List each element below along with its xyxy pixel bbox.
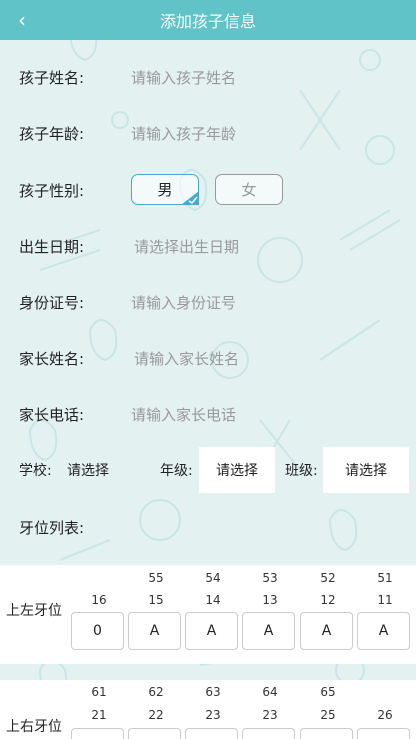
child-gender-row: 孩子性别: 男 女 [0, 170, 416, 210]
primary-tooth-number: 53 [262, 571, 278, 585]
tooth-value: A [378, 623, 389, 639]
parent-name-label: 家长姓名: [19, 349, 85, 368]
child-gender-label: 孩子性别: [19, 181, 85, 200]
tooth-value-field[interactable] [185, 728, 238, 739]
class-label: 班级: [285, 463, 318, 479]
tooth-value: A [263, 623, 274, 639]
birth-date-label: 出生日期: [19, 237, 85, 256]
upper-right-teeth-section: 上右牙位 61 62 63 64 65 21 22 23 23 25 26 [0, 680, 416, 739]
class-select[interactable]: 请选择 [323, 447, 409, 493]
primary-tooth-number: 61 [91, 685, 107, 699]
primary-tooth-number: 55 [148, 571, 164, 585]
page-title: 添加孩子信息 [159, 12, 256, 31]
permanent-tooth-number: 23 [262, 708, 278, 722]
tooth-value-field[interactable]: A [185, 612, 238, 650]
permanent-tooth-number: 16 [91, 593, 107, 607]
birth-date-picker[interactable]: 请选择出生日期 [134, 236, 239, 257]
tooth-value-field[interactable] [357, 728, 410, 739]
tooth-value-field[interactable]: A [242, 612, 295, 650]
grade-select[interactable]: 请选择 [199, 447, 275, 493]
back-button[interactable]: ‹ [12, 8, 32, 32]
permanent-tooth-number: 26 [377, 708, 393, 722]
checkmark-icon [181, 191, 199, 205]
primary-tooth-number: 62 [148, 685, 164, 699]
parent-phone-row: 家长电话: 请输入家长电话 [0, 394, 416, 434]
child-age-label: 孩子年龄: [19, 124, 85, 143]
grade-label: 年级: [160, 463, 193, 479]
birth-date-row: 出生日期: 请选择出生日期 [0, 226, 416, 266]
child-name-label: 孩子姓名: [19, 68, 85, 87]
grade-select-value: 请选择 [216, 463, 258, 479]
id-number-row: 身份证号: 请输入身份证号 [0, 282, 416, 322]
chevron-left-icon: ‹ [18, 8, 26, 32]
parent-phone-label: 家长电话: [19, 405, 85, 424]
permanent-tooth-number: 22 [148, 708, 164, 722]
upper-right-label: 上右牙位 [6, 719, 62, 735]
child-name-input[interactable]: 请输入孩子姓名 [131, 67, 236, 88]
tooth-value: 0 [93, 623, 102, 639]
permanent-tooth-number: 12 [320, 593, 336, 607]
primary-tooth-number: 64 [262, 685, 278, 699]
permanent-tooth-number: 25 [320, 708, 336, 722]
id-number-input[interactable]: 请输入身份证号 [131, 292, 236, 313]
permanent-tooth-number: 13 [262, 593, 278, 607]
gender-male-label: 男 [157, 181, 173, 199]
permanent-tooth-number: 21 [91, 708, 107, 722]
tooth-value-field[interactable]: A [357, 612, 410, 650]
parent-name-row: 家长姓名: 请输入家长姓名 [0, 338, 416, 378]
upper-left-teeth-section: 上左牙位 55 54 53 52 51 16 15 14 13 12 11 0 … [0, 565, 416, 664]
school-select[interactable]: 请选择 [67, 460, 109, 480]
primary-tooth-number: 65 [320, 685, 336, 699]
teeth-list-row: 牙位列表: [0, 507, 416, 547]
parent-name-input[interactable]: 请输入家长姓名 [134, 348, 239, 369]
class-select-value: 请选择 [345, 463, 387, 479]
tooth-value: A [206, 623, 217, 639]
child-age-row: 孩子年龄: 请输入孩子年龄 [0, 113, 416, 153]
tooth-value: A [149, 623, 160, 639]
primary-tooth-number: 63 [205, 685, 221, 699]
tooth-value-field[interactable] [300, 728, 353, 739]
gender-female-label: 女 [241, 181, 257, 199]
tooth-value-field[interactable] [71, 728, 124, 739]
child-age-input[interactable]: 请输入孩子年龄 [131, 123, 236, 144]
school-label: 学校: [19, 463, 52, 479]
permanent-tooth-number: 23 [205, 708, 221, 722]
tooth-value-field[interactable]: A [128, 612, 181, 650]
primary-tooth-number: 54 [205, 571, 221, 585]
tooth-value-field[interactable]: 0 [71, 612, 124, 650]
gender-male-button[interactable]: 男 [131, 174, 199, 205]
teeth-list-label: 牙位列表: [19, 518, 85, 537]
id-number-label: 身份证号: [19, 293, 85, 312]
primary-tooth-number: 51 [377, 571, 393, 585]
school-grade-class-row: 学校: 请选择 年级: 请选择 班级: 请选择 [0, 447, 416, 493]
top-nav-bar: ‹ 添加孩子信息 [0, 0, 416, 40]
tooth-value: A [321, 623, 332, 639]
primary-tooth-number: 52 [320, 571, 336, 585]
permanent-tooth-number: 15 [148, 593, 164, 607]
permanent-tooth-number: 11 [377, 593, 393, 607]
permanent-tooth-number: 14 [205, 593, 221, 607]
parent-phone-input[interactable]: 请输入家长电话 [131, 404, 236, 425]
child-name-row: 孩子姓名: 请输入孩子姓名 [0, 57, 416, 97]
upper-left-label: 上左牙位 [6, 603, 62, 619]
tooth-value-field[interactable]: A [300, 612, 353, 650]
gender-female-button[interactable]: 女 [215, 174, 283, 205]
tooth-value-field[interactable] [242, 728, 295, 739]
tooth-value-field[interactable] [128, 728, 181, 739]
